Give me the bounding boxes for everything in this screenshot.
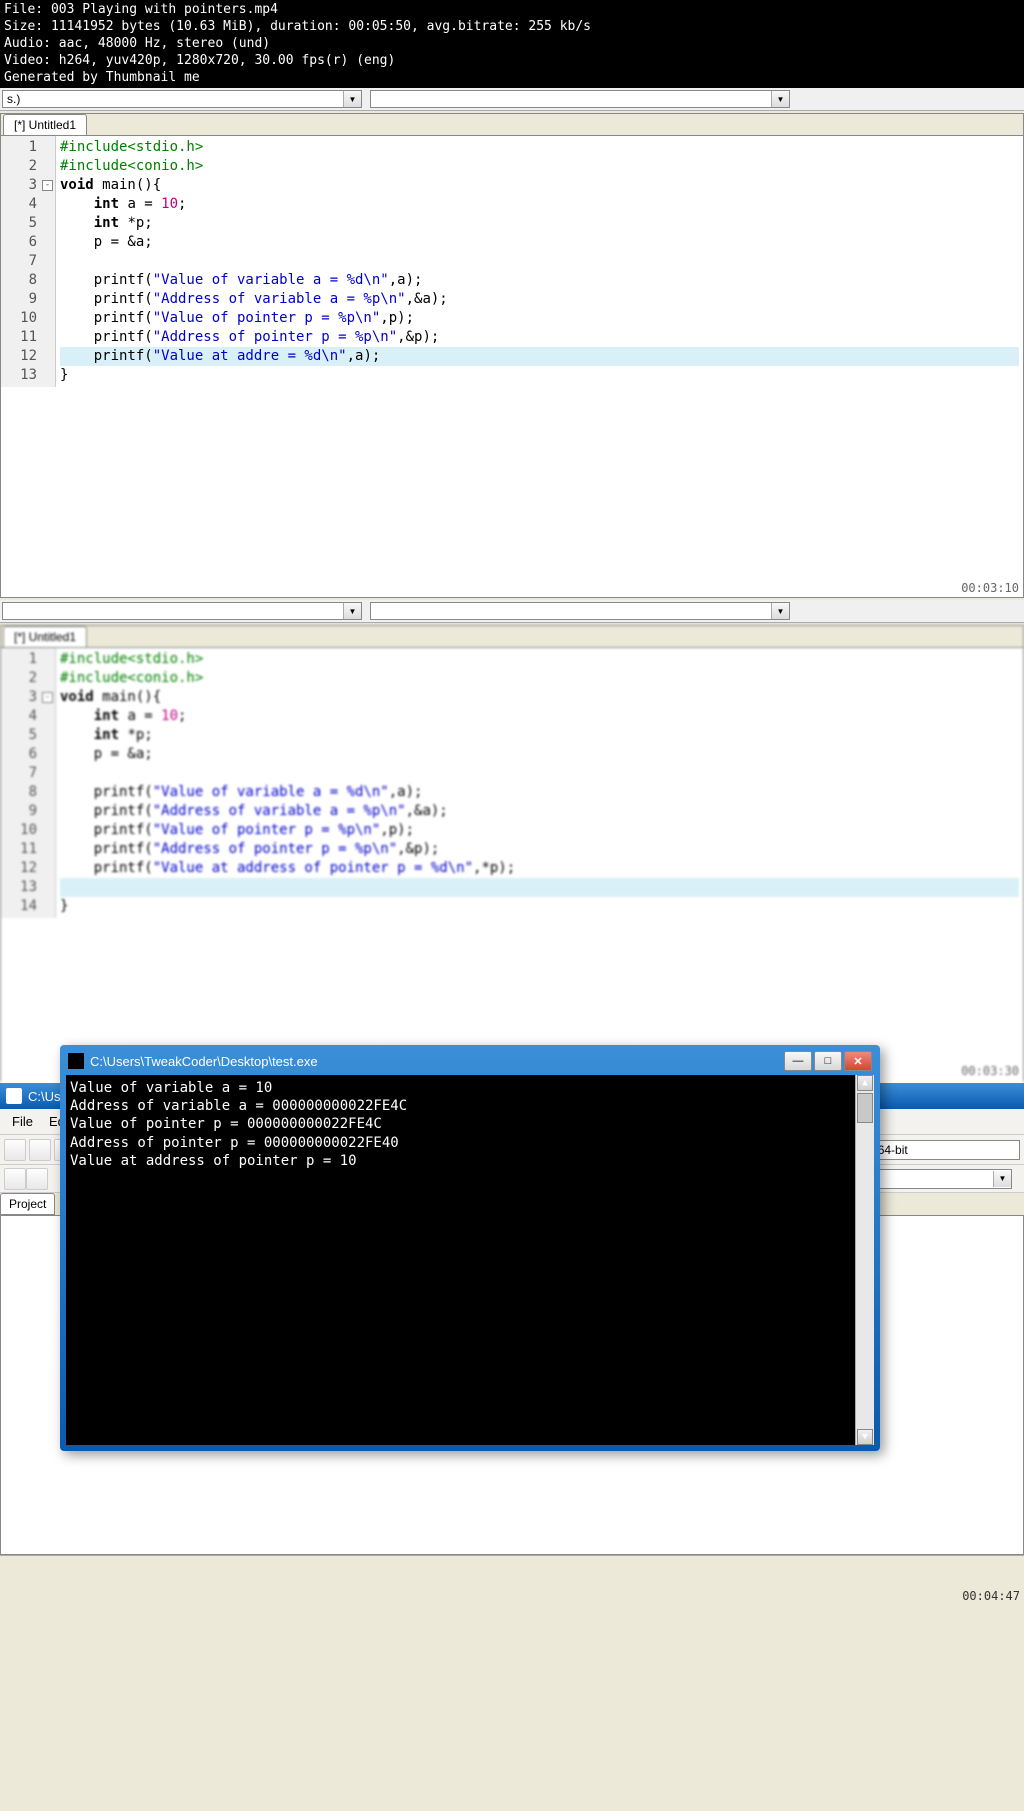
console-title: C:\Users\TweakCoder\Desktop\test.exe [90,1054,784,1069]
open-file-button[interactable] [29,1139,51,1161]
chevron-down-icon: ▼ [993,1171,1011,1187]
editor-pane-1: [*] Untitled1 123-45678910111213 #includ… [0,113,1024,598]
scroll-up-icon[interactable]: ▲ [857,1075,873,1091]
dropdown-bar-1: s.)▼ ▼ [0,88,1024,111]
line-gutter-2: 123-4567891011121314 [1,648,56,918]
minimize-button[interactable]: — [784,1051,812,1071]
console-line: Value at address of pointer p = 10 [70,1152,870,1170]
pane1-timestamp: 00:03:10 [961,581,1019,595]
dropdown-right-1[interactable]: ▼ [370,90,790,108]
generated-line: Generated by Thumbnail me [4,70,1020,87]
code-content-1[interactable]: #include<stdio.h>#include<conio.h>void m… [56,136,1023,387]
dropdown-left-1[interactable]: s.)▼ [2,90,362,108]
console-app-icon [68,1053,84,1069]
chevron-down-icon: ▼ [771,91,789,107]
console-titlebar[interactable]: C:\Users\TweakCoder\Desktop\test.exe — □… [66,1051,874,1075]
tab-row-2: [*] Untitled1 [1,626,1023,648]
line-gutter-1: 123-45678910111213 [1,136,56,387]
console-line: Value of variable a = 10 [70,1079,870,1097]
final-timestamp: 00:04:47 [962,1589,1020,1603]
scrollbar-thumb[interactable] [857,1093,873,1123]
code-content-2[interactable]: #include<stdio.h>#include<conio.h>void m… [56,648,1023,918]
window-buttons: — □ ✕ [784,1051,872,1071]
video-metadata-header: File: 003 Playing with pointers.mp4 Size… [0,0,1024,88]
new-file-button[interactable] [4,1139,26,1161]
console-line: Address of pointer p = 000000000022FE40 [70,1134,870,1152]
video-line: Video: h264, yuv420p, 1280x720, 30.00 fp… [4,53,1020,70]
console-output[interactable]: ▲ ▼ Value of variable a = 10Address of v… [66,1075,874,1445]
tool-button[interactable] [4,1168,26,1190]
console-line: Address of variable a = 000000000022FE4C [70,1097,870,1115]
menu-item-file[interactable]: File [4,1111,41,1132]
editor-tab-2[interactable]: [*] Untitled1 [3,626,87,647]
size-line: Size: 11141952 bytes (10.63 MiB), durati… [4,19,1020,36]
audio-line: Audio: aac, 48000 Hz, stereo (und) [4,36,1020,53]
tab-row-1: [*] Untitled1 [1,114,1023,136]
code-area-1[interactable]: 123-45678910111213 #include<stdio.h>#inc… [1,136,1023,387]
dropdown-left-2[interactable]: ▼ [2,602,362,620]
chevron-down-icon: ▼ [343,603,361,619]
editor-tab-1[interactable]: [*] Untitled1 [3,114,87,135]
tool-button[interactable] [26,1168,48,1190]
scroll-down-icon[interactable]: ▼ [857,1429,873,1445]
console-line: Value of pointer p = 000000000022FE4C [70,1115,870,1133]
project-tab[interactable]: Project [0,1193,55,1215]
editor-pane-2: [*] Untitled1 123-4567891011121314 #incl… [0,625,1024,1081]
dropdown-bar-2: ▼ ▼ [0,600,1024,623]
fold-toggle-icon[interactable]: - [42,180,53,191]
pane2-timestamp: 00:03:30 [961,1064,1019,1078]
devcpp-bottom: 00:04:47 [0,1555,1024,1605]
chevron-down-icon: ▼ [771,603,789,619]
code-area-2[interactable]: 123-4567891011121314 #include<stdio.h>#i… [1,648,1023,918]
file-line: File: 003 Playing with pointers.mp4 [4,2,1020,19]
fold-toggle-icon[interactable]: - [42,692,53,703]
chevron-down-icon: ▼ [343,91,361,107]
dropdown-right-2[interactable]: ▼ [370,602,790,620]
close-button[interactable]: ✕ [844,1051,872,1071]
console-window[interactable]: C:\Users\TweakCoder\Desktop\test.exe — □… [60,1045,880,1451]
devcpp-app-icon [6,1088,22,1104]
maximize-button[interactable]: □ [814,1051,842,1071]
